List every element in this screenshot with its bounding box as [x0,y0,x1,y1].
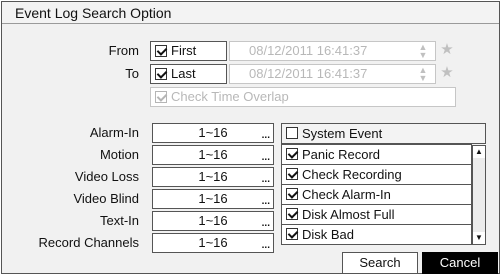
record-channels-ellipsis-icon[interactable]: ... [262,241,270,251]
video-blind-range-value: 1~16 [198,191,228,206]
to-datetime-field[interactable]: 08/12/2011 16:41:37 ▲ ▼ [229,64,436,84]
dialog-title: Event Log Search Option [2,2,499,24]
cancel-button[interactable]: Cancel [422,252,498,274]
check-recording-checkbox[interactable] [286,168,298,180]
from-first-checkbox[interactable] [155,45,167,57]
alarm-in-label: Alarm-In [89,125,139,140]
panic-record-checkbox[interactable] [286,148,298,160]
event-item-check-recording[interactable]: Check Recording [281,164,472,185]
video-loss-range-value: 1~16 [198,169,228,184]
event-item-panic-record[interactable]: Panic Record [281,144,472,165]
alarm-in-ellipsis-icon[interactable]: ... [262,131,270,141]
event-item-disk-bad[interactable]: Disk Bad [281,224,472,245]
event-item-disk-almost-full[interactable]: Disk Almost Full [281,204,472,225]
check-recording-label: Check Recording [302,167,402,182]
alarm-in-range[interactable]: 1~16 ... [152,123,274,143]
system-event-label: System Event [302,126,383,141]
motion-range-value: 1~16 [198,147,228,162]
video-loss-range[interactable]: 1~16 ... [152,167,274,187]
to-last-box[interactable]: Last [150,64,227,84]
scroll-up-icon[interactable]: ▲ [473,146,485,158]
disk-almost-full-checkbox[interactable] [286,208,298,220]
from-first-label: First [171,43,197,58]
motion-range[interactable]: 1~16 ... [152,145,274,165]
system-event-header[interactable]: System Event [281,123,486,144]
text-in-ellipsis-icon[interactable]: ... [262,219,270,229]
to-spinner-icon[interactable]: ▲ ▼ [418,66,428,83]
to-datetime-value: 08/12/2011 16:41:37 [249,66,368,81]
video-blind-ellipsis-icon[interactable]: ... [262,197,270,207]
from-star-icon[interactable]: ★ [438,41,456,59]
alarm-in-range-value: 1~16 [198,125,228,140]
motion-label: Motion [99,147,139,162]
check-alarm-in-label: Check Alarm-In [302,187,391,202]
video-loss-label: Video Loss [74,169,139,184]
check-time-overlap-label: Check Time Overlap [171,89,289,104]
text-in-range-value: 1~16 [198,213,228,228]
disk-bad-checkbox[interactable] [286,228,298,240]
video-blind-range[interactable]: 1~16 ... [152,189,274,209]
to-last-checkbox[interactable] [155,68,167,80]
event-log-search-dialog: Event Log Search Option From First 08/12… [1,1,500,274]
from-datetime-value: 08/12/2011 16:41:37 [249,43,368,58]
from-first-box[interactable]: First [150,41,227,61]
text-in-range[interactable]: 1~16 ... [152,211,274,231]
text-in-label: Text-In [99,213,139,228]
from-label: From [108,43,139,58]
check-alarm-in-checkbox[interactable] [286,188,298,200]
record-channels-label: Record Channels [38,235,139,250]
video-blind-label: Video Blind [73,191,139,206]
record-channels-range-value: 1~16 [198,235,228,250]
record-channels-range[interactable]: 1~16 ... [152,233,274,253]
to-label: To [125,66,139,81]
disk-almost-full-label: Disk Almost Full [302,207,395,222]
from-spinner-icon[interactable]: ▲ ▼ [418,43,428,60]
from-datetime-field[interactable]: 08/12/2011 16:41:37 ▲ ▼ [229,41,436,61]
check-time-overlap-checkbox[interactable] [155,91,167,103]
scroll-down-icon[interactable]: ▼ [473,232,485,244]
disk-bad-label: Disk Bad [302,227,355,242]
system-event-checkbox[interactable] [286,127,298,139]
panic-record-label: Panic Record [302,147,381,162]
to-star-icon[interactable]: ★ [438,64,456,82]
search-button[interactable]: Search [342,252,418,274]
motion-ellipsis-icon[interactable]: ... [262,153,270,163]
check-time-overlap-box[interactable]: Check Time Overlap [150,87,456,107]
event-list-scrollbar[interactable]: ▲ ▼ [472,145,486,245]
event-item-check-alarm-in[interactable]: Check Alarm-In [281,184,472,205]
video-loss-ellipsis-icon[interactable]: ... [262,175,270,185]
to-last-label: Last [171,66,196,81]
